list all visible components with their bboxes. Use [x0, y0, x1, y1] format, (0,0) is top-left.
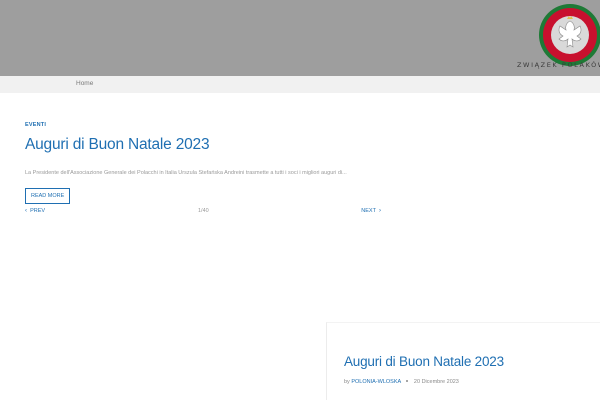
category-link[interactable]: EVENTI [25, 122, 46, 128]
slide-title[interactable]: Auguri di Buon Natale 2023 [25, 136, 210, 154]
next-button[interactable]: NEXT › [361, 208, 381, 214]
chevron-left-icon: ‹ [25, 208, 27, 214]
site-header: ZWIĄZEK POLAKÓW [0, 0, 600, 76]
eagle-seal-icon [539, 4, 600, 66]
next-label: NEXT [361, 208, 376, 214]
post-title[interactable]: Auguri di Buon Natale 2023 [344, 354, 504, 369]
read-more-button[interactable]: READ MORE [25, 188, 71, 204]
breadcrumb-home-link[interactable]: Home [76, 80, 93, 87]
meta-separator-dot [406, 380, 409, 383]
site-logo[interactable]: ZWIĄZEK POLAKÓW [508, 0, 600, 76]
chevron-right-icon: › [379, 208, 381, 214]
breadcrumb: Home [0, 76, 600, 93]
slide-counter: 1/40 [198, 208, 209, 214]
post-author-link[interactable]: POLONIA-WLOSKA [351, 379, 401, 385]
prev-label: PREV [30, 208, 46, 214]
post-card: Auguri di Buon Natale 2023 by POLONIA-WL… [326, 322, 600, 400]
prev-button[interactable]: ‹ PREV [25, 208, 45, 214]
post-by-label: by [344, 379, 350, 385]
slide-excerpt: La Presidente dell'Associazione Generale… [25, 170, 347, 176]
post-meta: by POLONIA-WLOSKA 20 Dicembre 2023 [344, 379, 459, 385]
post-date: 20 Dicembre 2023 [413, 379, 459, 385]
slider-pager: ‹ PREV 1/40 NEXT › [25, 208, 381, 216]
logo-caption: ZWIĄZEK POLAKÓW [517, 61, 600, 69]
